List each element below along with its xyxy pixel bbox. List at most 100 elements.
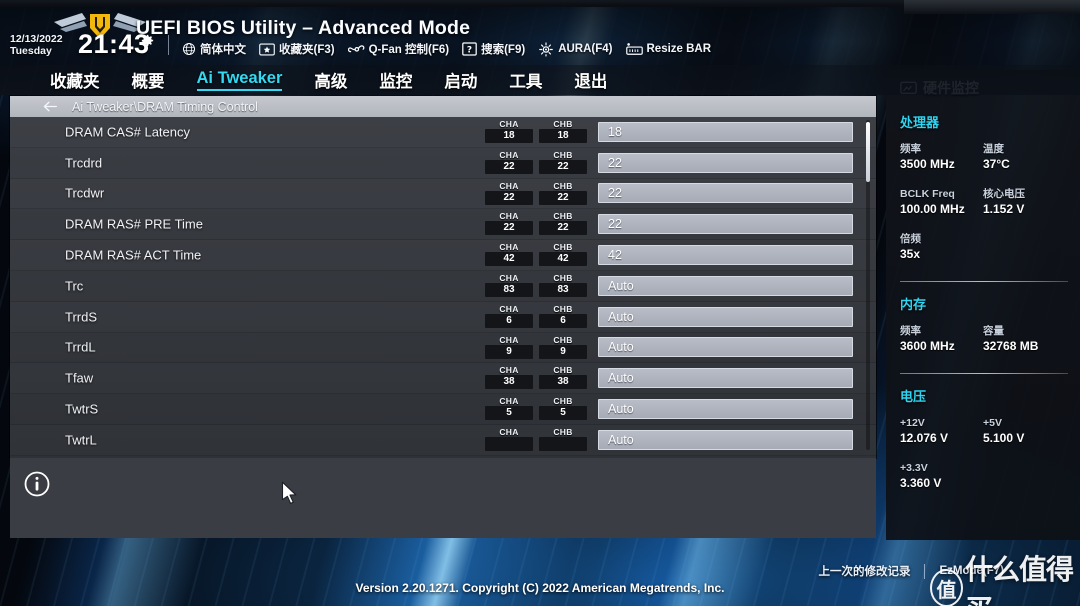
channel-b-value: 42	[539, 252, 587, 267]
channel-b-readout: CHB 9	[539, 335, 587, 359]
last-modified-link[interactable]: 上一次的修改记录	[818, 563, 910, 579]
date-value: 12/13/2022	[10, 33, 63, 45]
globe-icon	[182, 42, 196, 56]
toolbar-item-search[interactable]: ? 搜索(F9)	[462, 41, 525, 57]
channel-readout-group: CHA 22 CHB 22	[485, 181, 587, 205]
channel-a-header: CHA	[499, 119, 519, 129]
setting-value-field[interactable]: Auto	[598, 368, 853, 389]
setting-label: DRAM RAS# ACT Time	[65, 247, 202, 263]
hm-stat-value: 5.100 V	[983, 431, 1025, 445]
toolbar-item-qfan[interactable]: Q-Fan 控制(F6)	[347, 41, 449, 57]
channel-a-value: 5	[485, 406, 533, 421]
hm-stat-value: 32768 MB	[983, 339, 1039, 353]
toolbar-label-search: 搜索(F9)	[481, 44, 526, 56]
gear-icon[interactable]	[140, 33, 155, 48]
channel-a-value: 9	[485, 344, 533, 359]
tab-ai-tweaker[interactable]: Ai Tweaker	[196, 69, 283, 91]
channel-b-readout: CHB 5	[539, 396, 587, 421]
back-arrow-icon[interactable]	[43, 100, 57, 113]
channel-a-value	[485, 436, 533, 451]
hm-stat: 温度 37°C	[983, 142, 1066, 172]
hm-stat-key: 容量	[983, 325, 1004, 337]
table-row[interactable]: Trcdrd CHA 22 CHB 22 22	[10, 148, 876, 179]
table-row[interactable]: Trc CHA 83 CHB 83 Auto	[10, 271, 876, 302]
hm-section-grid: 频率 3600 MHz 容量 32768 MB	[900, 324, 1066, 369]
hm-section-grid: 频率 3500 MHz 温度 37°C BCLK Freq 100.00 MHz 核心电压 1…	[900, 142, 1066, 277]
channel-a-value: 18	[485, 129, 533, 143]
hm-stat-value: 35x	[900, 247, 921, 261]
setting-value-field[interactable]: Auto	[598, 306, 853, 327]
tab-advanced[interactable]: 高级	[314, 68, 347, 92]
channel-b-value: 6	[539, 313, 587, 328]
table-row[interactable]: TrrdS CHA 6 CHB 6 Auto	[10, 302, 876, 333]
hm-stat: 核心电压 1.152 V	[983, 187, 1066, 217]
breadcrumb[interactable]: Ai Tweaker\DRAM Timing Control	[10, 96, 876, 117]
hm-stat-key: 核心电压	[983, 188, 1025, 200]
channel-readout-group: CHA CHB	[485, 427, 587, 451]
table-row[interactable]: Tfaw CHA 38 CHB 38 Auto	[10, 363, 876, 395]
table-row[interactable]: TwtrL CHA CHB Auto	[10, 425, 876, 456]
hm-stat: 容量 32768 MB	[983, 324, 1066, 354]
setting-value-field[interactable]: Auto	[598, 275, 853, 296]
page-title: UEFI BIOS Utility – Advanced Mode	[136, 17, 471, 39]
tab-exit[interactable]: 退出	[574, 68, 607, 92]
toolbar-item-aura[interactable]: AURA(F4)	[538, 41, 613, 57]
hm-stat-key: 频率	[900, 143, 921, 155]
toolbar-item-resizebar[interactable]: Resize BAR	[625, 42, 711, 56]
channel-b-header: CHB	[553, 426, 573, 437]
version-text: Version 2.20.1271. Copyright (C) 2022 Am…	[355, 581, 725, 595]
channel-a-readout: CHA 18	[485, 119, 533, 143]
hm-stat-value: 12.076 V	[900, 431, 949, 445]
table-row[interactable]: TrrdL CHA 9 CHB 9 Auto	[10, 333, 876, 364]
setting-value-field[interactable]: Auto	[598, 429, 853, 450]
toolbar-item-language[interactable]: 简体中文	[182, 41, 246, 57]
table-row[interactable]: Trcdwr CHA 22 CHB 22 22	[10, 179, 876, 210]
info-icon[interactable]	[24, 471, 50, 497]
tab-main[interactable]: 概要	[132, 68, 165, 92]
tab-favorites[interactable]: 收藏夹	[50, 68, 100, 92]
setting-value-field[interactable]: Auto	[598, 337, 853, 358]
setting-label: DRAM CAS# Latency	[65, 124, 190, 140]
setting-label: Trcdrd	[65, 155, 103, 171]
channel-a-readout: CHA 22	[485, 211, 533, 236]
channel-a-value: 38	[485, 375, 533, 390]
channel-a-header: CHA	[499, 303, 519, 314]
tab-monitor[interactable]: 监控	[379, 68, 412, 92]
channel-b-readout: CHB 22	[539, 211, 587, 236]
setting-value-field[interactable]: 42	[598, 245, 853, 266]
channel-a-readout: CHA 22	[485, 181, 533, 205]
hardware-monitor-panel: 硬件监控 处理器频率3500 MHz温度37°CBCLK Freq100.00 …	[886, 70, 1080, 540]
breadcrumb-path: Ai Tweaker\DRAM Timing Control	[72, 99, 258, 114]
setting-value-field[interactable]: 18	[598, 121, 853, 142]
toolbar-item-favorites[interactable]: 收藏夹(F3)	[259, 41, 335, 57]
table-row[interactable]: DRAM RAS# ACT Time CHA 42 CHB 42 42	[10, 240, 876, 271]
setting-label: TwtrL	[65, 432, 97, 448]
channel-b-header: CHB	[553, 334, 573, 345]
scrollbar-thumb[interactable]	[866, 122, 870, 182]
setting-value-field[interactable]: 22	[598, 183, 853, 204]
table-row[interactable]: TwtrS CHA 5 CHB 5 Auto	[10, 394, 876, 425]
star-box-icon	[259, 43, 275, 55]
table-row[interactable]: DRAM CAS# Latency CHA 18 CHB 18 18	[10, 117, 876, 148]
watermark-logo: 值	[930, 569, 963, 606]
channel-a-header: CHA	[499, 396, 519, 407]
tab-boot[interactable]: 启动	[444, 68, 477, 92]
channel-readout-group: CHA 38 CHB 38	[485, 365, 587, 390]
channel-b-header: CHB	[553, 149, 573, 160]
hm-stat-value: 3.360 V	[900, 476, 942, 490]
setting-value-field[interactable]: 22	[598, 214, 853, 235]
tab-tool[interactable]: 工具	[509, 68, 542, 92]
channel-b-value: 83	[539, 282, 587, 297]
channel-b-header: CHB	[553, 303, 573, 314]
setting-value-field[interactable]: Auto	[598, 399, 853, 420]
hm-stat: 倍频 35x	[900, 232, 1066, 262]
setting-label: Trc	[65, 278, 84, 294]
channel-a-readout: CHA 42	[485, 242, 533, 267]
table-row[interactable]: DRAM RAS# PRE Time CHA 22 CHB 22 22	[10, 209, 876, 241]
channel-a-readout: CHA 38	[485, 365, 533, 390]
channel-b-readout: CHB 42	[539, 242, 587, 267]
hm-stat: +5V 5.100 V	[983, 416, 1066, 446]
hm-divider	[900, 281, 1068, 282]
setting-value-field[interactable]: 22	[598, 152, 853, 173]
setting-label: Trcdwr	[65, 185, 105, 201]
